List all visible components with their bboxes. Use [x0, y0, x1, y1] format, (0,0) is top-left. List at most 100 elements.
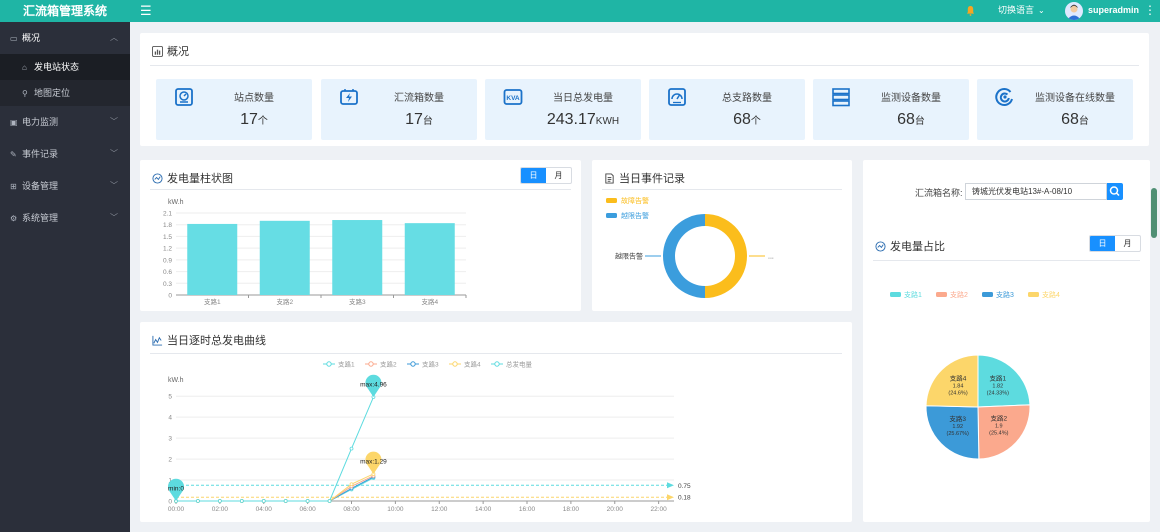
chevron-down-icon: ﹀ [110, 181, 118, 190]
legend-label: 故障告警 [621, 196, 649, 205]
y-tick-label: 5 [168, 394, 172, 401]
legend-label: 总发电量 [506, 360, 533, 369]
x-tick-label: 20:00 [607, 506, 624, 513]
y-axis-label: kW.h [168, 199, 184, 206]
donut-label: ... [768, 254, 774, 261]
series-point [239, 499, 244, 503]
average-arrow [667, 482, 674, 489]
sidebar-item-label: 地图定位 [34, 88, 71, 98]
y-tick-label: 3 [168, 436, 172, 443]
series-point [349, 446, 354, 451]
donut-slice [705, 214, 747, 298]
stat-card-combiners: 汇流箱数量 17台 [321, 79, 477, 140]
hamburger-icon[interactable]: ☰ [140, 0, 152, 22]
x-tick-label: 支路3 [349, 297, 366, 306]
stat-label: 当日总发电量 [553, 93, 613, 104]
sidebar-submenu-overview: ⌂ 发电站状态 ⚲ 地图定位 [0, 54, 130, 106]
chevron-down-icon: ﹀ [110, 213, 118, 222]
server-icon [832, 88, 850, 107]
series-point [283, 499, 288, 503]
legend-label: 支路2 [950, 290, 968, 299]
ratio-panel: 汇流箱名称: 铸城光伏发电站13#-A-08/10 发电量占比 日 月 支路1 支… [863, 160, 1150, 522]
marker-label: max:1.29 [360, 458, 387, 465]
stat-value: 17个 [240, 111, 268, 128]
x-tick-label: 08:00 [343, 506, 360, 513]
edit-icon: ✎ [10, 150, 17, 159]
x-tick-label: 18:00 [563, 506, 580, 513]
top-bar: 汇流箱管理系统 ☰ 切换语言 ⌄ superadmin ⋮ [0, 0, 1160, 22]
username[interactable]: superadmin [1088, 0, 1139, 21]
app-title: 汇流箱管理系统 [22, 4, 107, 18]
stat-label: 汇流箱数量 [394, 93, 444, 104]
divider [150, 65, 1139, 66]
stat-label: 监测设备在线数量 [1035, 93, 1115, 104]
bar-chart: kW.h 0 0.3 0.6 0.9 1.2 1.5 1.8 2.1 支路1 支路2 支路3 支路4 [163, 199, 467, 306]
user-avatar-icon [1067, 4, 1081, 20]
bar [332, 220, 383, 295]
stat-card-monitors-online: 监测设备在线数量 68台 [977, 79, 1133, 140]
legend-swatch [606, 213, 617, 218]
pin-icon: ⚲ [22, 89, 28, 98]
page-scrollbar[interactable] [1151, 188, 1157, 238]
sidebar-item-event-log[interactable]: ✎ 事件记录 ﹀ [0, 138, 130, 170]
line-chart-panel: 当日逐时总发电曲线 支路1 支路2 支路3 支路4 总发电量 kW.h 0 1 2 3 4 5 00:0… [140, 322, 852, 522]
bar-chart-panel: 发电量柱状图 日 月 kW.h 0 0.3 0.6 0.9 1.2 1.5 1.8 2.1 支路1… [140, 160, 581, 311]
stat-card-branches: 总支路数量 68个 [649, 79, 805, 140]
sidebar-item-station-status[interactable]: ⌂ 发电站状态 [0, 54, 130, 80]
stat-value: 17台 [405, 111, 433, 128]
series-point [305, 499, 310, 503]
combiner-icon [340, 89, 358, 105]
pie-slice-percent: (24.33%) [987, 390, 1009, 396]
sidebar-item-map[interactable]: ⚲ 地图定位 [0, 80, 130, 106]
pie-slice-name: 支路3 [949, 414, 966, 423]
sidebar-item-label: 发电站状态 [34, 62, 80, 72]
home-icon: ⌂ [22, 63, 27, 72]
stat-label: 站点数量 [234, 93, 274, 104]
sidebar-item-label: 电力监测 [22, 117, 59, 127]
sidebar-item-label: 事件记录 [22, 149, 59, 159]
stat-value: 68台 [897, 111, 925, 128]
sidebar-item-system-manage[interactable]: ⚙ 系统管理 ﹀ [0, 202, 130, 234]
more-vertical-icon[interactable]: ⋮ [1144, 0, 1156, 21]
gear-icon: ⚙ [10, 214, 18, 223]
stat-value: 68台 [1061, 111, 1089, 128]
y-tick-label: 4 [168, 415, 172, 422]
series-point [349, 482, 354, 487]
avatar[interactable] [1065, 2, 1083, 20]
y-tick-label: 0.9 [163, 257, 172, 264]
legend-label: 支路3 [422, 360, 439, 369]
series-point [327, 499, 332, 503]
x-tick-label: 支路2 [276, 297, 293, 306]
donut-label: 越限告警 [615, 252, 643, 261]
sidebar-item-power-monitor[interactable]: ▣ 电力监测 ﹀ [0, 106, 130, 138]
y-tick-label: 0 [168, 499, 172, 506]
x-tick-label: 16:00 [519, 506, 536, 513]
pie-slice-name: 支路2 [990, 414, 1007, 423]
pie-slice-percent: (24.6%) [948, 391, 967, 397]
x-tick-label: 10:00 [387, 506, 404, 513]
sidebar-item-device-manage[interactable]: ⊞ 设备管理 ﹀ [0, 170, 130, 202]
signal-icon [995, 88, 1013, 106]
y-tick-label: 1.8 [163, 222, 172, 229]
sidebar-item-label: 系统管理 [22, 213, 59, 223]
y-tick-label: 2 [168, 457, 172, 464]
event-panel: 当日事件记录 故障告警 越限告警... 越限告警 [592, 160, 852, 311]
pie-slice-value: 1.92 [952, 424, 963, 430]
bar [187, 223, 238, 295]
legend-dot [410, 361, 416, 367]
sidebar-item-overview[interactable]: ▭ 概况 ︿ [0, 22, 130, 54]
x-tick-label: 14:00 [475, 506, 492, 513]
chevron-down-icon: ⌄ [1038, 6, 1045, 15]
language-switcher[interactable]: 切换语言 ⌄ [998, 0, 1045, 21]
legend-swatch [1028, 292, 1039, 297]
series-point [261, 499, 266, 503]
pie-slice-percent: (25.4%) [989, 431, 1008, 437]
average-label: 0.18 [678, 495, 691, 502]
bar [259, 220, 310, 295]
y-axis-label: kW.h [168, 377, 184, 384]
x-tick-label: 00:00 [168, 506, 185, 513]
bell-icon[interactable] [966, 5, 975, 16]
chevron-down-icon: ﹀ [110, 117, 118, 126]
x-tick-label: 22:00 [651, 506, 668, 513]
hourly-line-chart: 支路1 支路2 支路3 支路4 总发电量kW.h01234500:00 02:00 04:0… [168, 360, 691, 514]
